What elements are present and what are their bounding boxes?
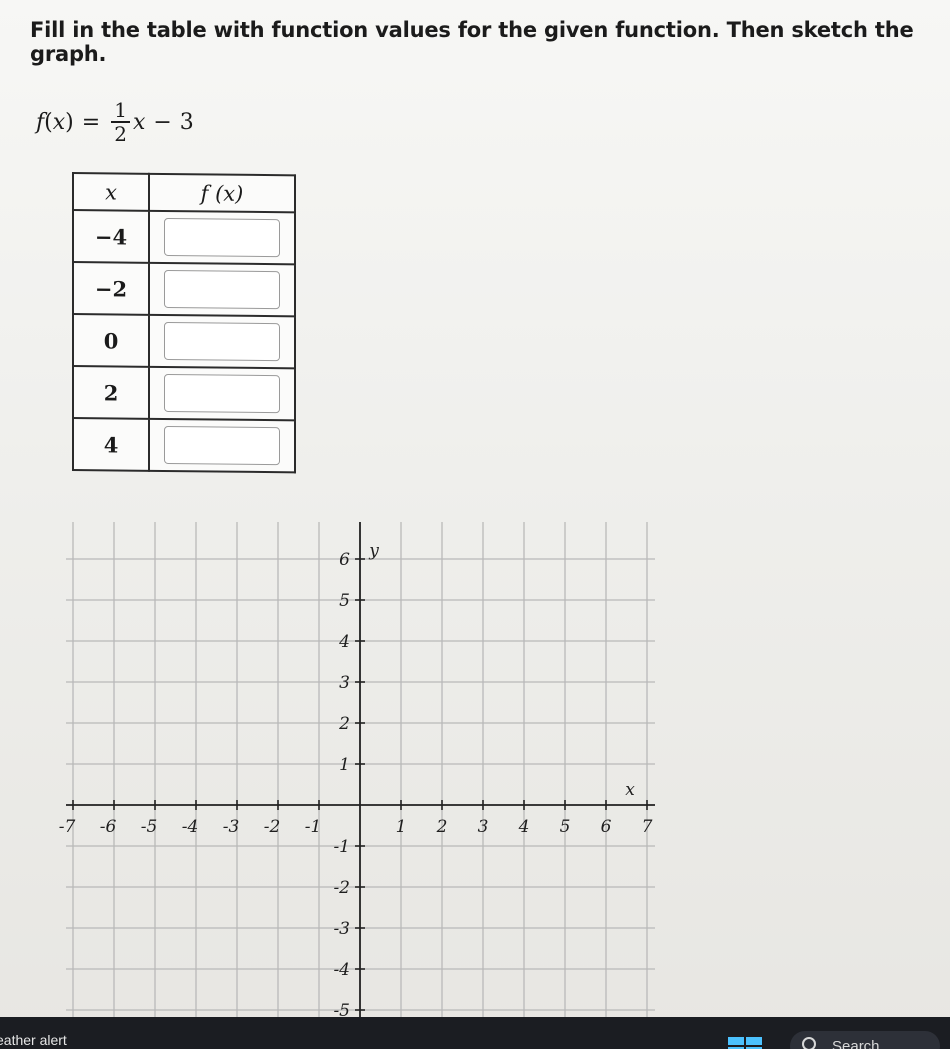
taskbar-search-button[interactable]: Search [790,1031,940,1049]
x-tick-label: -1 [305,817,322,837]
fx-cell [149,210,295,265]
y-tick-label: -4 [333,960,350,980]
x-tick-label: -2 [264,817,281,837]
x-tick-label: 2 [436,817,448,837]
table-row: 0 [73,314,295,369]
x-tick-label: -4 [182,817,199,837]
y-tick-label: 2 [338,714,350,734]
y-tick-label: 3 [339,673,350,693]
x-tick-label: 6 [601,817,612,837]
x-tick-label: 5 [560,817,571,837]
y-tick-label: 1 [339,755,350,775]
fx-column-header: f (x) [149,173,295,213]
fraction: 1 2 [111,99,130,145]
fraction-denominator: 2 [114,121,127,146]
taskbar: eather alert Search [0,1017,950,1049]
x-tick-label: -7 [59,817,76,837]
x-value-cell: 2 [73,366,149,419]
fx-cell [149,262,295,317]
x-tick-label: 7 [642,817,653,837]
x-value-cell: 4 [73,418,149,471]
x-column-header: x [73,173,149,211]
answer-input-box[interactable] [164,321,280,362]
y-tick-label: 5 [339,591,350,611]
answer-input-box[interactable] [164,217,280,258]
y-tick-label: 4 [338,632,350,652]
fx-cell [149,314,295,369]
y-axis-label: y [368,541,379,561]
function-name: f [36,109,45,135]
answer-input-box[interactable] [164,373,280,414]
fx-cell [149,418,295,473]
table-row: 2 [73,366,295,421]
x-value-cell: 0 [73,314,149,367]
table-row: −2 [73,262,295,317]
y-tick-label: -3 [333,919,350,939]
y-tick-label: -2 [333,878,350,898]
search-icon [802,1037,816,1049]
instructions-text: Fill in the table with function values f… [30,18,914,66]
fx-cell [149,366,295,421]
function-values-table: x f (x) −4 −2 0 2 4 [72,172,296,474]
function-formula: f ( x ) = 1 2 x − 3 [36,92,194,152]
constant-term: 3 [179,109,194,135]
table-header-row: x f (x) [73,173,295,213]
equals-sign: = [81,109,101,135]
x-tick-label: -6 [100,817,117,837]
fraction-numerator: 1 [114,98,127,123]
windows-start-icon[interactable] [728,1037,762,1049]
x-tick-label: 4 [518,817,530,837]
y-tick-label: 6 [339,550,350,570]
close-paren: ) [65,109,74,135]
x-tick-label: -3 [223,817,240,837]
y-tick-label: -1 [333,837,350,857]
minus-sign: − [153,109,172,135]
coordinate-grid[interactable]: -7 -6 -5 -4 -3 -2 -1 1 2 3 4 5 6 7654321-1-2-3-4-5yx [0,500,700,1020]
x-axis-label: x [625,780,635,800]
search-label: Search [832,1038,880,1049]
answer-input-box[interactable] [164,269,280,310]
open-paren: ( [44,109,53,135]
table-row: 4 [73,418,295,473]
x-tick-label: 3 [478,817,489,837]
term-variable: x [132,109,146,135]
answer-input-box[interactable] [164,425,280,466]
x-value-cell: −2 [73,262,149,315]
x-value-cell: −4 [73,210,149,263]
function-variable: x [52,109,66,135]
table-row: −4 [73,210,295,265]
x-tick-label: -5 [141,817,158,837]
weather-alert-label[interactable]: eather alert [0,1032,67,1048]
x-tick-label: 1 [396,817,407,837]
